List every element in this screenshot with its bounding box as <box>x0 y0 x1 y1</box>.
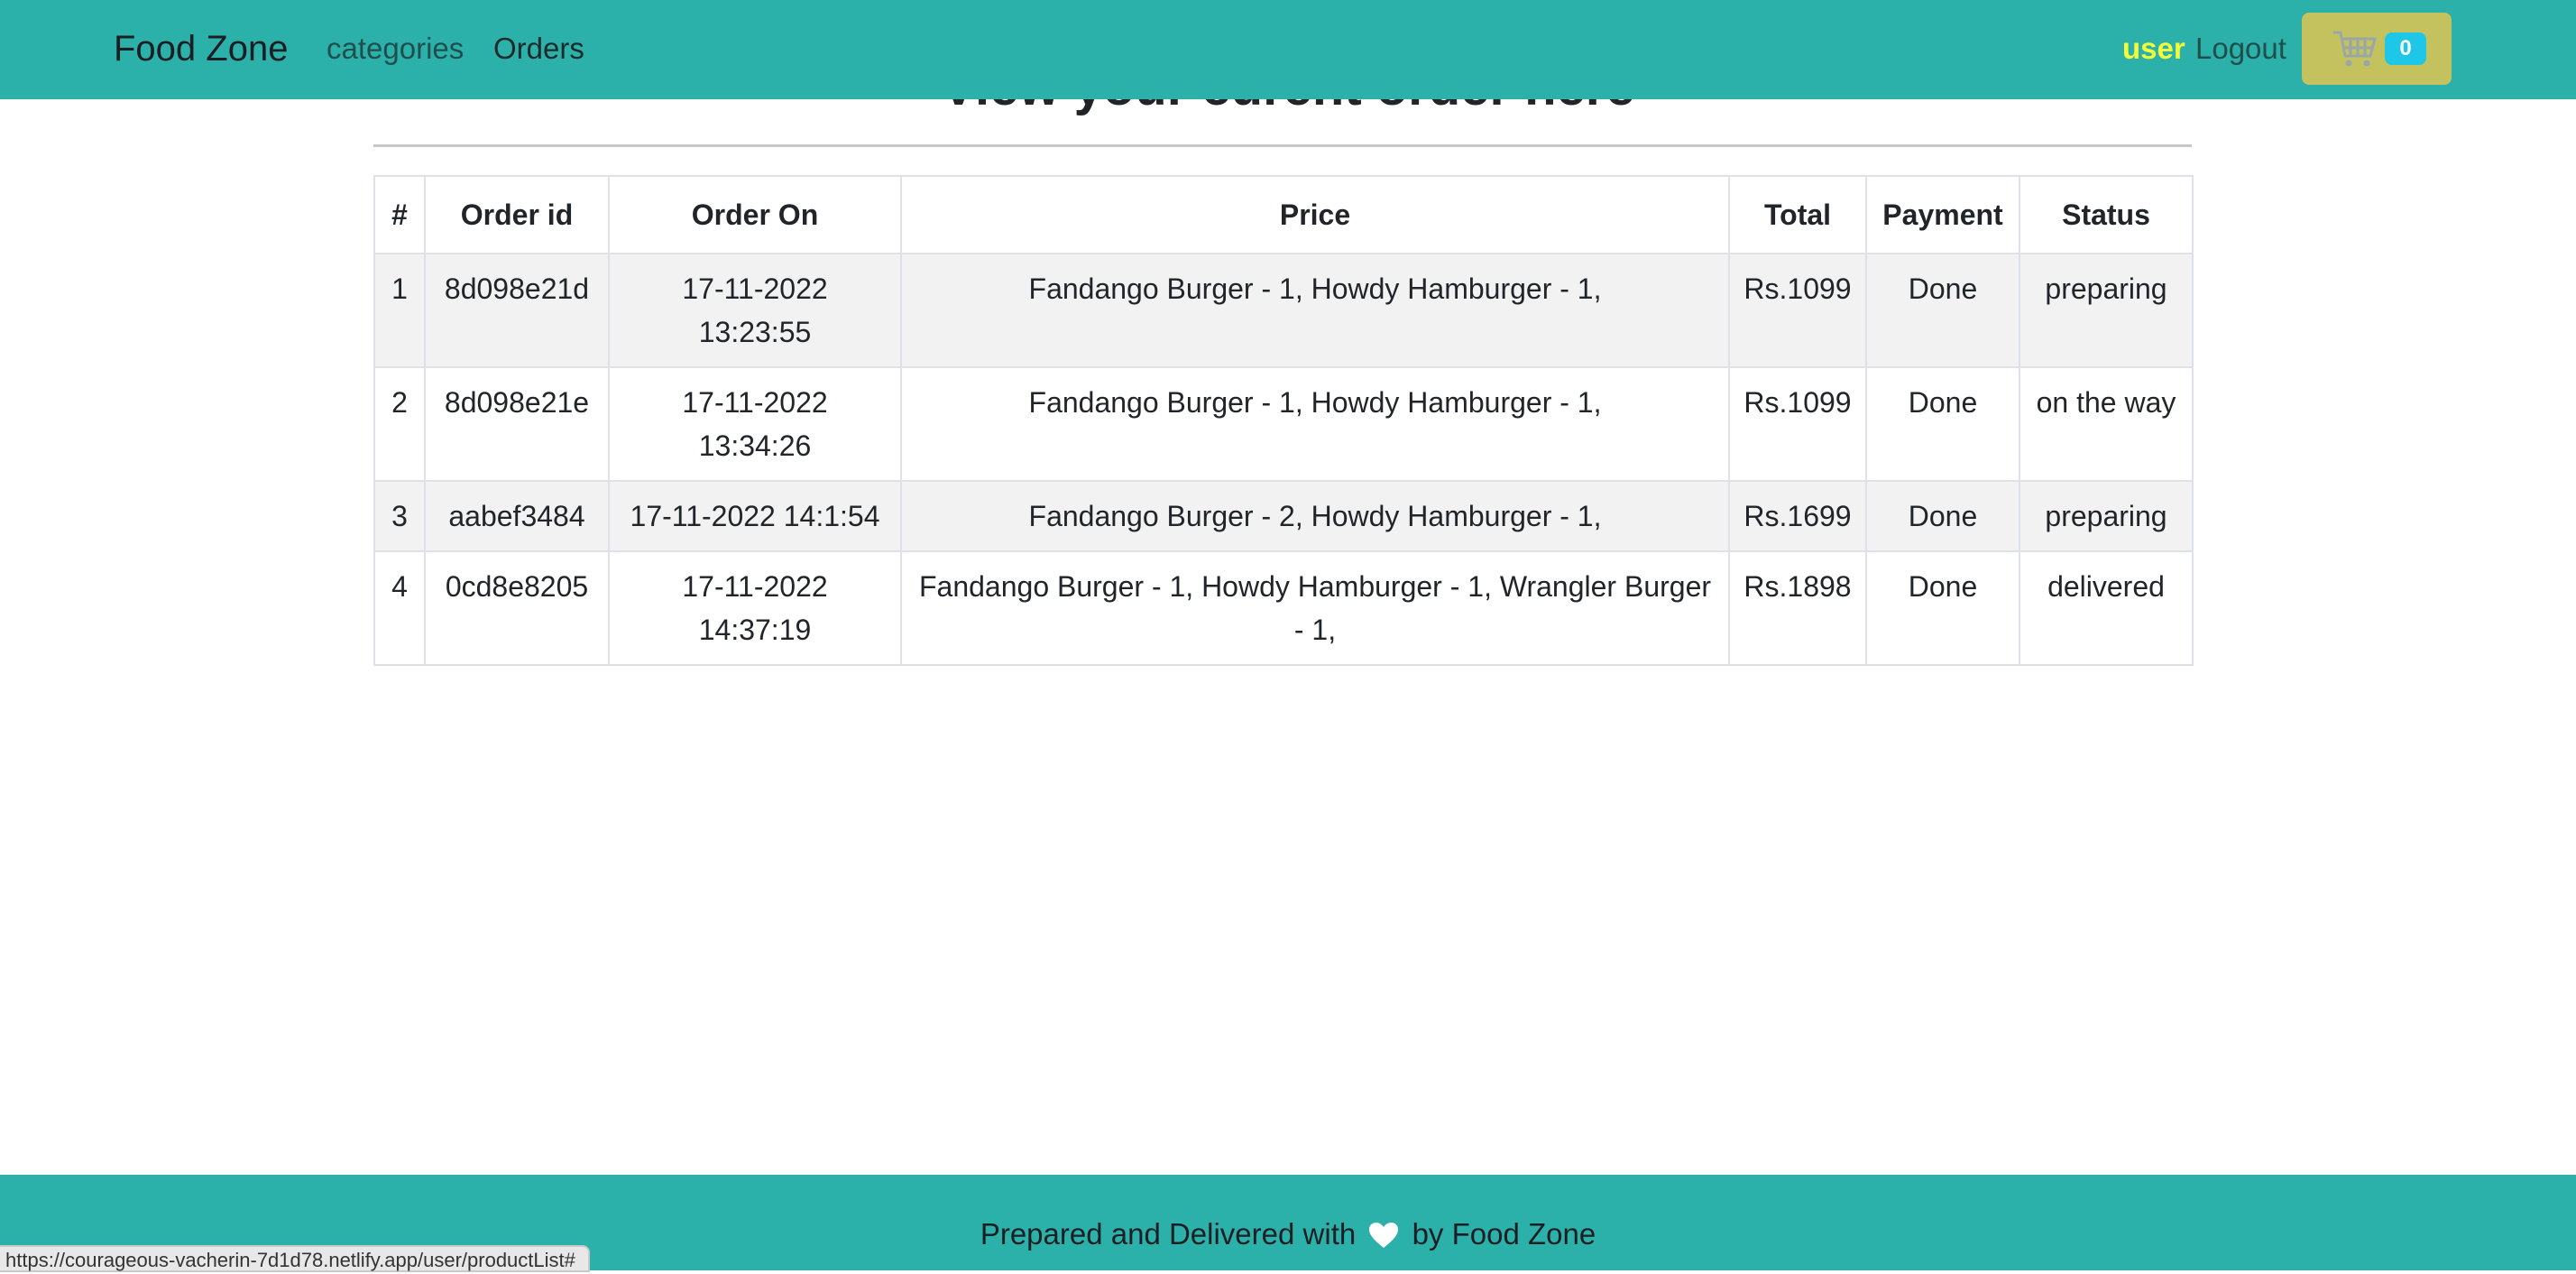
logout-link[interactable]: Logout <box>2195 29 2286 69</box>
cell-total: Rs.1898 <box>1728 550 1867 666</box>
status-bar-url: https://courageous-vacherin-7d1d78.netli… <box>0 1245 590 1272</box>
username-link[interactable]: user <box>2122 29 2185 69</box>
table-row: 2 8d098e21e 17-11-2022 13:34:26 Fandango… <box>373 366 2194 482</box>
nav-link-categories[interactable]: categories <box>327 29 464 69</box>
cell-order-id: 8d098e21e <box>424 366 610 482</box>
cell-status: preparing <box>2019 253 2194 368</box>
brand-link[interactable]: Food Zone <box>114 25 288 72</box>
cell-number: 3 <box>373 480 426 552</box>
cell-order-on: 17-11-2022 13:23:55 <box>608 253 902 368</box>
cell-price: Fandango Burger - 1, Howdy Hamburger - 1… <box>900 550 1730 666</box>
table-row: 3 aabef3484 17-11-2022 14:1:54 Fandango … <box>373 480 2194 552</box>
cell-payment: Done <box>1865 550 2020 666</box>
cell-order-on: 17-11-2022 14:1:54 <box>608 480 902 552</box>
cell-price: Fandango Burger - 2, Howdy Hamburger - 1… <box>900 480 1730 552</box>
column-header-order-on: Order On <box>608 175 902 254</box>
footer-text-before: Prepared and Delivered with <box>980 1217 1357 1251</box>
cell-number: 1 <box>373 253 426 368</box>
column-header-payment: Payment <box>1865 175 2020 254</box>
cell-payment: Done <box>1865 480 2020 552</box>
cell-number: 2 <box>373 366 426 482</box>
cell-status: on the way <box>2019 366 2194 482</box>
cell-payment: Done <box>1865 253 2020 368</box>
column-header-total: Total <box>1728 175 1867 254</box>
top-navbar: Food Zone categories Orders user Logout … <box>0 0 2576 99</box>
column-header-order-id: Order id <box>424 175 610 254</box>
footer-text-after: by Food Zone <box>1412 1217 1596 1251</box>
cell-total: Rs.1099 <box>1728 366 1867 482</box>
cell-total: Rs.1699 <box>1728 480 1867 552</box>
nav-link-orders[interactable]: Orders <box>493 29 584 69</box>
column-header-status: Status <box>2019 175 2194 254</box>
cell-status: delivered <box>2019 550 2194 666</box>
column-header-price: Price <box>900 175 1730 254</box>
table-row: 1 8d098e21d 17-11-2022 13:23:55 Fandango… <box>373 253 2194 368</box>
cart-icon <box>2332 31 2377 67</box>
column-header-number: # <box>373 175 426 254</box>
cell-order-on: 17-11-2022 13:34:26 <box>608 366 902 482</box>
cell-order-id: 0cd8e8205 <box>424 550 610 666</box>
table-row: 4 0cd8e8205 17-11-2022 14:37:19 Fandango… <box>373 550 2194 666</box>
cell-payment: Done <box>1865 366 2020 482</box>
cart-count-badge: 0 <box>2385 32 2426 65</box>
cart-button[interactable]: 0 <box>2302 13 2452 85</box>
cell-price: Fandango Burger - 1, Howdy Hamburger - 1… <box>900 253 1730 368</box>
orders-table: # Order id Order On Price Total Payment … <box>373 175 2194 666</box>
heart-icon <box>1369 1223 1399 1248</box>
heading-divider <box>373 144 2192 147</box>
cell-order-id: 8d098e21d <box>424 253 610 368</box>
cell-total: Rs.1099 <box>1728 253 1867 368</box>
cell-order-id: aabef3484 <box>424 480 610 552</box>
cell-status: preparing <box>2019 480 2194 552</box>
table-header-row: # Order id Order On Price Total Payment … <box>373 175 2194 254</box>
cell-order-on: 17-11-2022 14:37:19 <box>608 550 902 666</box>
cell-number: 4 <box>373 550 426 666</box>
cell-price: Fandango Burger - 1, Howdy Hamburger - 1… <box>900 366 1730 482</box>
